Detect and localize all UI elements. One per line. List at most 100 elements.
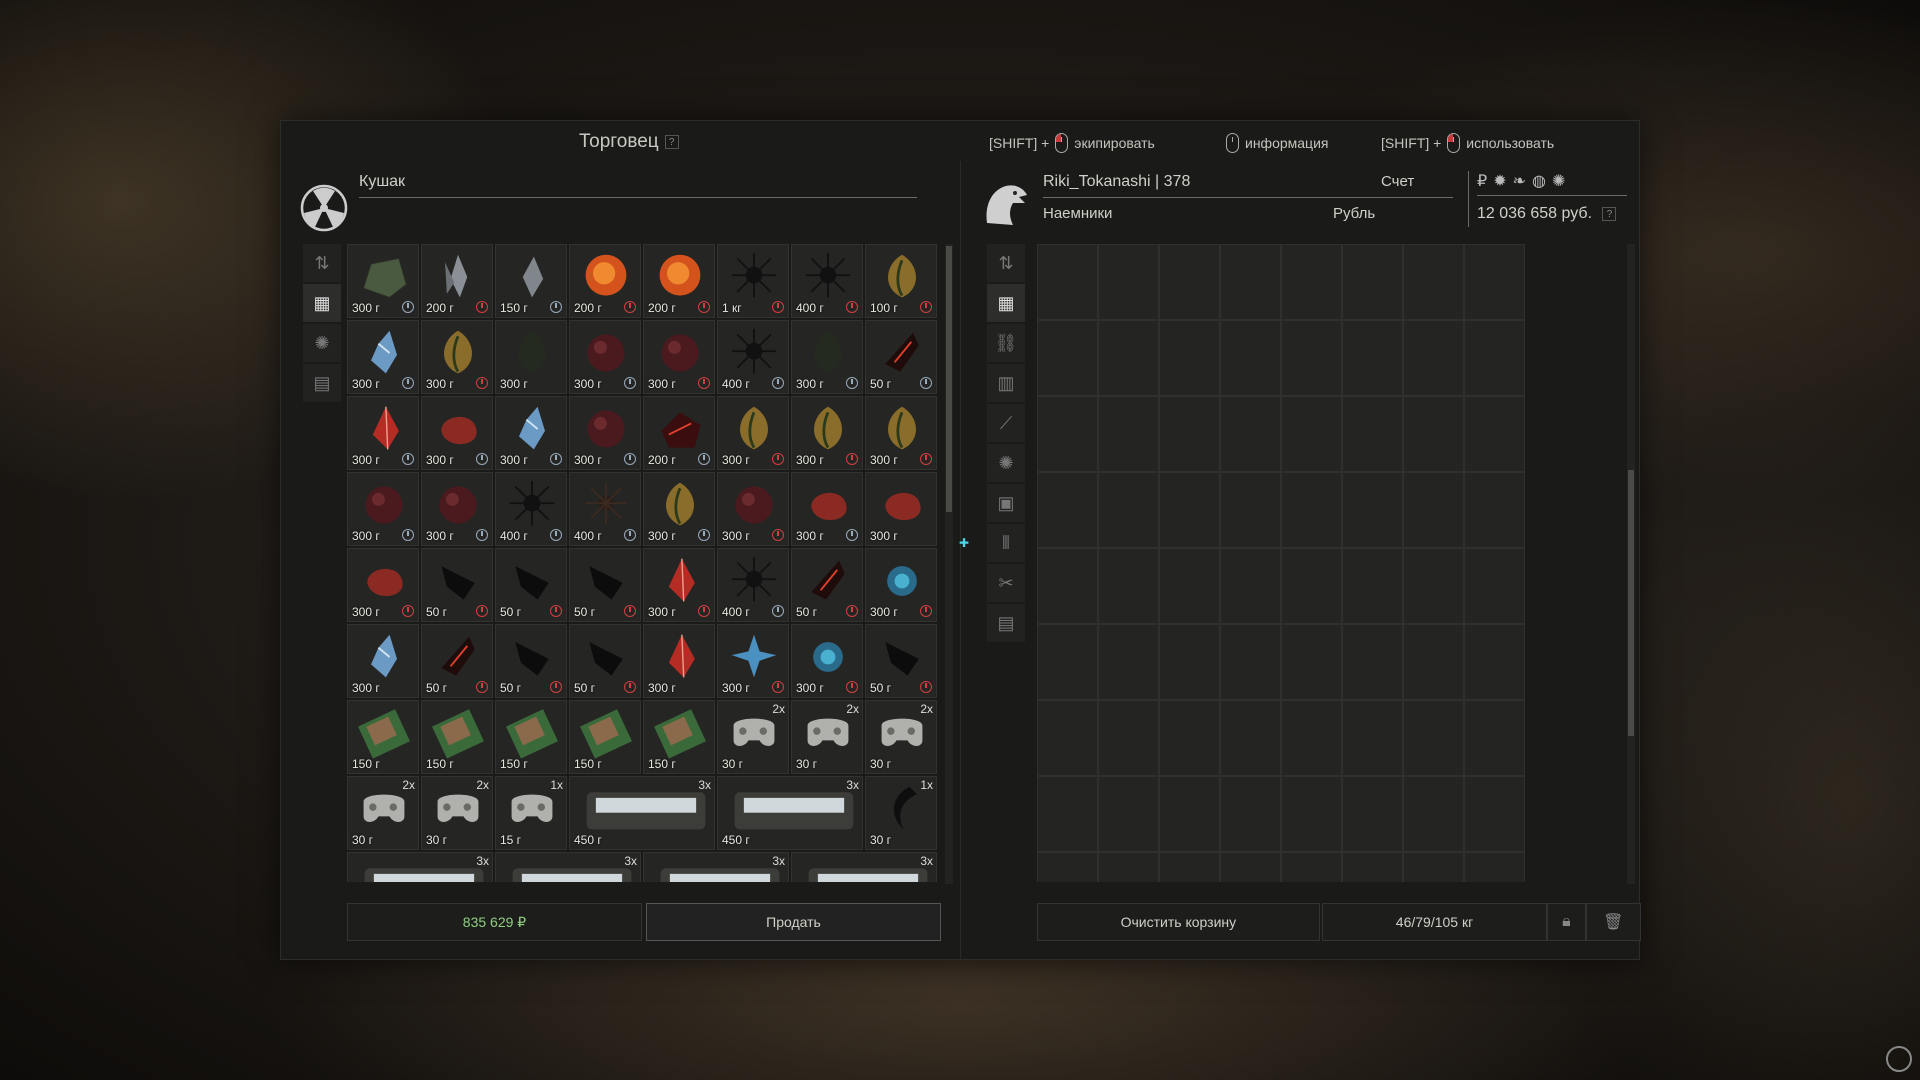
inventory-item[interactable]: 300 г xyxy=(865,472,937,546)
ammo-filter-button[interactable]: ⦀ xyxy=(987,524,1025,562)
inventory-item[interactable]: 50 г xyxy=(421,548,493,622)
cart-slot[interactable] xyxy=(1159,244,1220,320)
artifact-currency-icon[interactable]: ✺ xyxy=(1552,171,1565,191)
cart-slot[interactable] xyxy=(1037,472,1098,548)
cart-slot[interactable] xyxy=(1159,320,1220,396)
cart-slot[interactable] xyxy=(1098,396,1159,472)
inventory-item[interactable]: 300 г xyxy=(347,320,419,394)
cart-slot[interactable] xyxy=(1464,852,1525,882)
inventory-item[interactable]: 30 г 2x xyxy=(791,700,863,774)
cart-slot[interactable] xyxy=(1037,320,1098,396)
inventory-item[interactable]: 300 г xyxy=(347,472,419,546)
inventory-item[interactable]: 300 г xyxy=(865,396,937,470)
cart-slot[interactable] xyxy=(1403,624,1464,700)
inventory-item[interactable]: 300 г xyxy=(791,320,863,394)
cart-slot[interactable] xyxy=(1159,548,1220,624)
cart-slot[interactable] xyxy=(1098,624,1159,700)
cart-slot[interactable] xyxy=(1159,396,1220,472)
inventory-item[interactable]: 3x xyxy=(791,852,937,882)
inventory-item[interactable]: 400 г xyxy=(495,472,567,546)
inventory-item[interactable]: 1 кг xyxy=(717,244,789,318)
inventory-item[interactable]: 300 г xyxy=(421,396,493,470)
cart-slot[interactable] xyxy=(1464,624,1525,700)
armor-filter-button[interactable]: ▥ xyxy=(987,364,1025,402)
cart-slot[interactable] xyxy=(1159,624,1220,700)
inventory-item[interactable]: 400 г xyxy=(569,472,641,546)
scrollbar-thumb[interactable] xyxy=(946,246,952,512)
sort-button[interactable]: ⇅ xyxy=(987,244,1025,282)
cart-slot[interactable] xyxy=(1037,244,1098,320)
inventory-item[interactable]: 50 г xyxy=(791,548,863,622)
inventory-item[interactable]: 50 г xyxy=(495,624,567,698)
inventory-item[interactable]: 50 г xyxy=(421,624,493,698)
grid-view-button[interactable]: ▦ xyxy=(303,284,341,322)
sort-button[interactable]: ⇅ xyxy=(303,244,341,282)
inventory-item[interactable]: 30 г 2x xyxy=(717,700,789,774)
cart-slot[interactable] xyxy=(1342,320,1403,396)
inventory-item[interactable]: 400 г xyxy=(791,244,863,318)
cart-slot[interactable] xyxy=(1037,548,1098,624)
cart-slot[interactable] xyxy=(1098,700,1159,776)
cart-slot[interactable] xyxy=(1037,396,1098,472)
inventory-item[interactable]: 150 г xyxy=(643,700,715,774)
cart-slot[interactable] xyxy=(1220,472,1281,548)
cart-slot[interactable] xyxy=(1342,472,1403,548)
inventory-item[interactable]: 200 г xyxy=(643,244,715,318)
cart-slot[interactable] xyxy=(1159,472,1220,548)
inventory-item[interactable]: 50 г xyxy=(569,624,641,698)
inventory-item[interactable]: 300 г xyxy=(643,472,715,546)
leaf-currency-icon[interactable]: ❧ xyxy=(1513,171,1526,191)
inventory-item[interactable]: 50 г xyxy=(865,320,937,394)
cart-slot[interactable] xyxy=(1464,396,1525,472)
inventory-item[interactable]: 3x xyxy=(643,852,789,882)
cart-slot[interactable] xyxy=(1098,320,1159,396)
inventory-item[interactable]: 300 г xyxy=(495,320,567,394)
cart-slot[interactable] xyxy=(1281,396,1342,472)
misc-filter-button[interactable]: ▤ xyxy=(987,604,1025,642)
inventory-item[interactable]: 300 г xyxy=(347,624,419,698)
cart-slot[interactable] xyxy=(1281,624,1342,700)
compass-currency-icon[interactable]: ◍ xyxy=(1532,171,1546,191)
inventory-item[interactable]: 150 г xyxy=(569,700,641,774)
artifact-filter-button[interactable]: ✺ xyxy=(303,324,341,362)
inventory-item[interactable]: 300 г xyxy=(791,472,863,546)
cart-slot[interactable] xyxy=(1464,776,1525,852)
inventory-item[interactable]: 300 г xyxy=(421,472,493,546)
inventory-item[interactable]: 300 г xyxy=(643,548,715,622)
cart-slot[interactable] xyxy=(1403,472,1464,548)
cart-slot[interactable] xyxy=(1342,624,1403,700)
inventory-item[interactable]: 300 г xyxy=(569,396,641,470)
cart-slot[interactable] xyxy=(1281,852,1342,882)
inventory-item[interactable]: 450 г 3x xyxy=(569,776,715,850)
inventory-item[interactable]: 30 г 2x xyxy=(865,700,937,774)
cart-slot[interactable] xyxy=(1159,776,1220,852)
inventory-item[interactable]: 200 г xyxy=(569,244,641,318)
cart-slot[interactable] xyxy=(1403,852,1464,882)
cart-slot[interactable] xyxy=(1098,548,1159,624)
inventory-item[interactable]: 300 г xyxy=(791,624,863,698)
artifact-filter-button[interactable]: ✺ xyxy=(987,444,1025,482)
inventory-item[interactable]: 3x xyxy=(347,852,493,882)
cart-slot[interactable] xyxy=(1342,396,1403,472)
inventory-item[interactable]: 300 г xyxy=(495,396,567,470)
inventory-item[interactable]: 300 г xyxy=(717,396,789,470)
inventory-item[interactable]: 400 г xyxy=(717,320,789,394)
inventory-item[interactable]: 300 г xyxy=(347,548,419,622)
inventory-item[interactable]: 30 г 2x xyxy=(347,776,419,850)
cart-slot[interactable] xyxy=(1098,852,1159,882)
gear-currency-icon[interactable]: ✹ xyxy=(1493,171,1506,191)
inventory-item[interactable]: 400 г xyxy=(717,548,789,622)
cart-slot[interactable] xyxy=(1098,776,1159,852)
help-icon[interactable]: ? xyxy=(1602,206,1617,221)
cart-slot[interactable] xyxy=(1342,548,1403,624)
cart-slot[interactable] xyxy=(1159,852,1220,882)
inventory-item[interactable]: 300 г xyxy=(643,624,715,698)
trader-scrollbar[interactable] xyxy=(945,244,953,884)
cart-slot[interactable] xyxy=(1281,244,1342,320)
cart-slot[interactable] xyxy=(1342,852,1403,882)
cart-slot[interactable] xyxy=(1281,472,1342,548)
cart-slot[interactable] xyxy=(1098,472,1159,548)
inventory-item[interactable]: 450 г 3x xyxy=(717,776,863,850)
inventory-item[interactable]: 50 г xyxy=(865,624,937,698)
cart-slot[interactable] xyxy=(1220,852,1281,882)
